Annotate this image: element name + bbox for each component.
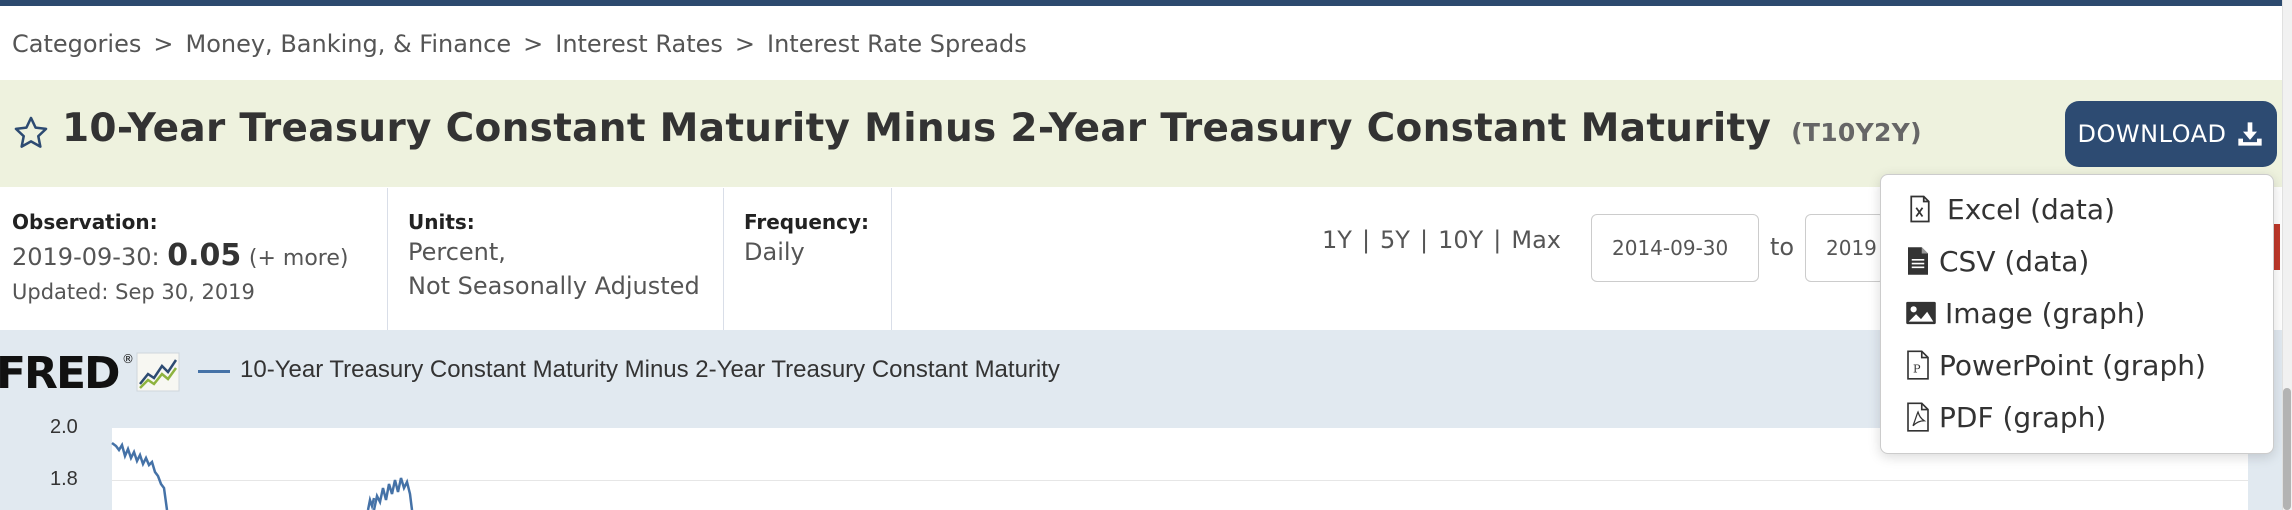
breadcrumb-money-banking-finance[interactable]: Money, Banking, & Finance [185, 30, 511, 58]
download-csv-label: CSV (data) [1939, 244, 2090, 278]
series-title: 10-Year Treasury Constant Maturity Minus… [62, 106, 1772, 151]
breadcrumb-categories[interactable]: Categories [12, 30, 141, 58]
download-powerpoint-label: PowerPoint (graph) [1939, 348, 2206, 382]
range-separator: | [1361, 226, 1371, 254]
range-max-button[interactable]: Max [1511, 226, 1561, 254]
csv-file-icon [1908, 247, 1928, 275]
units-panel: Units: Percent, Not Seasonally Adjusted [388, 188, 724, 331]
range-separator: | [1493, 226, 1502, 254]
page-title: 10-Year Treasury Constant Maturity Minus… [62, 106, 1922, 151]
star-icon[interactable] [12, 114, 50, 152]
download-menu: Excel (data) CSV (data) Image (graph) P … [1880, 174, 2274, 454]
powerpoint-file-icon: P [1907, 350, 1929, 380]
download-pdf-label: PDF (graph) [1939, 400, 2107, 434]
y-tick-1-8: 1.8 [50, 468, 78, 490]
download-excel-label: Excel (data) [1947, 192, 2115, 226]
download-pdf-item[interactable]: PDF (graph) [1905, 397, 2106, 437]
range-separator: | [1419, 226, 1429, 254]
observation-panel: Observation: 2019-09-30: 0.05 (+ more) U… [0, 188, 388, 331]
pdf-file-icon [1907, 402, 1929, 432]
start-date-input[interactable]: 2014-09-30 [1591, 214, 1759, 282]
frequency-value: Daily [744, 238, 805, 266]
fred-chart-logo-icon [136, 352, 180, 392]
breadcrumb-interest-rate-spreads[interactable]: Interest Rate Spreads [767, 30, 1027, 58]
download-excel-item[interactable]: Excel (data) [1905, 189, 2115, 229]
range-selector: 1Y | 5Y | 10Y | Max [1322, 226, 1561, 254]
breadcrumb-separator: > [153, 30, 174, 58]
frequency-panel: Frequency: Daily [724, 188, 892, 331]
download-image-label: Image (graph) [1945, 296, 2146, 330]
legend-swatch [198, 370, 230, 373]
download-button[interactable]: DOWNLOAD [2065, 101, 2277, 167]
fred-logo: FRED [0, 348, 121, 399]
registered-mark: ® [122, 352, 134, 366]
image-icon [1906, 301, 1936, 325]
breadcrumb-interest-rates[interactable]: Interest Rates [555, 30, 723, 58]
units-label: Units: [408, 210, 475, 234]
range-10y-button[interactable]: 10Y [1438, 226, 1483, 254]
observation-date: 2019-09-30: [12, 243, 160, 271]
frequency-label: Frequency: [744, 210, 870, 234]
units-line-1: Percent, [408, 238, 506, 266]
scrollbar-thumb[interactable] [2283, 388, 2291, 510]
end-date-input[interactable]: 2019 [1805, 214, 1885, 282]
download-image-item[interactable]: Image (graph) [1905, 293, 2145, 333]
series-id: (T10Y2Y) [1791, 118, 1922, 147]
breadcrumb-separator: > [734, 30, 755, 58]
top-accent-bar [0, 0, 2292, 6]
download-icon [2238, 122, 2263, 146]
excel-file-icon [1910, 195, 1930, 223]
range-5y-button[interactable]: 5Y [1380, 226, 1410, 254]
observation-more-link[interactable]: (+ more) [249, 246, 349, 271]
download-powerpoint-item[interactable]: P PowerPoint (graph) [1905, 345, 2206, 385]
series-line [111, 441, 414, 510]
date-to-label: to [1770, 233, 1795, 261]
observation-label: Observation: [12, 210, 158, 234]
observation-value: 0.05 [167, 238, 242, 273]
y-tick-2-0: 2.0 [50, 416, 78, 438]
download-button-label: DOWNLOAD [2077, 120, 2227, 148]
breadcrumb-separator: > [523, 30, 544, 58]
range-1y-button[interactable]: 1Y [1322, 226, 1352, 254]
breadcrumb: Categories > Money, Banking, & Finance >… [12, 26, 1027, 62]
updated-date: Updated: Sep 30, 2019 [12, 280, 255, 304]
legend-label: 10-Year Treasury Constant Maturity Minus… [240, 356, 1060, 383]
download-csv-item[interactable]: CSV (data) [1905, 241, 2089, 281]
observation-line: 2019-09-30: 0.05 (+ more) [12, 238, 348, 273]
svg-text:P: P [1913, 363, 1921, 376]
units-line-2: Not Seasonally Adjusted [408, 272, 700, 300]
